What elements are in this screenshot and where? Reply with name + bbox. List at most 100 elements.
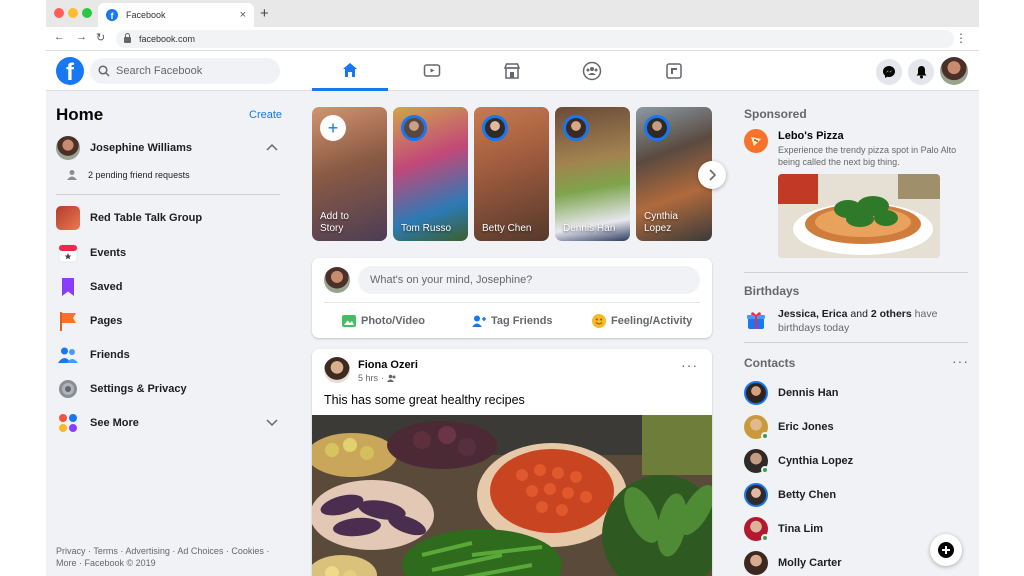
tab-watch[interactable] <box>394 51 470 91</box>
post-options-icon[interactable]: ··· <box>681 357 698 373</box>
forward-arrow-icon[interactable]: → <box>76 31 87 43</box>
sidebar-item-settings[interactable]: Settings & Privacy <box>56 377 187 401</box>
contact-item[interactable]: Tina Lim <box>744 517 824 542</box>
story-name: Cynthia Lopez <box>644 211 678 234</box>
sidebar-item-pages[interactable]: Pages <box>56 309 122 333</box>
contact-item[interactable]: Betty Chen <box>744 483 836 507</box>
reload-icon[interactable]: ↻ <box>96 31 105 44</box>
contact-item[interactable]: Eric Jones <box>744 415 834 440</box>
composer-divider <box>324 302 700 303</box>
feeling-activity-button[interactable]: Feeling/Activity <box>592 314 692 328</box>
browser-window: f Facebook × + ← → ↻ facebook.com ⋮ f Se… <box>46 0 979 576</box>
pizza-slice-icon <box>751 137 761 146</box>
pizza-photo-image <box>778 174 940 258</box>
story-card[interactable]: Dennis Han <box>555 107 630 241</box>
action-label: Feeling/Activity <box>611 315 693 327</box>
facebook-header: f Search Facebook <box>46 51 979 91</box>
photo-video-button[interactable]: Photo/Video <box>342 314 425 328</box>
groups-icon <box>582 61 602 81</box>
story-card[interactable]: Betty Chen <box>474 107 549 241</box>
composer-input[interactable]: What's on your mind, Josephine? <box>358 266 700 294</box>
calendar-icon <box>58 244 78 263</box>
new-tab-icon[interactable]: + <box>260 5 269 22</box>
contact-item[interactable]: Cynthia Lopez <box>744 449 853 474</box>
sidebar-item-red-table-talk[interactable]: Red Table Talk Group <box>56 206 202 230</box>
notifications-button[interactable] <box>908 59 934 85</box>
birthday-others: 2 others <box>870 308 912 320</box>
online-indicator <box>761 466 769 474</box>
ad-image[interactable] <box>778 174 940 258</box>
ad-description: Experience the trendy pizza spot in Palo… <box>778 145 957 167</box>
story-avatar <box>401 115 427 141</box>
profile-row[interactable]: Josephine Williams <box>56 136 192 160</box>
tab-groups[interactable] <box>554 51 630 91</box>
contact-item[interactable]: Molly Carter <box>744 551 842 575</box>
new-message-button[interactable] <box>930 534 962 566</box>
action-label: Photo/Video <box>361 315 425 327</box>
post-meta: 5 hrs · <box>358 373 397 383</box>
post-author-name[interactable]: Fiona Ozeri <box>358 359 418 371</box>
post-composer: What's on your mind, Josephine? Photo/Vi… <box>312 258 712 338</box>
tab-gaming[interactable] <box>636 51 712 91</box>
contact-item[interactable]: Dennis Han <box>744 381 839 405</box>
contact-name: Molly Carter <box>778 557 842 569</box>
sidebar-item-saved[interactable]: Saved <box>56 275 122 299</box>
friends-privacy-icon <box>387 374 396 382</box>
post-time[interactable]: 5 hrs <box>358 373 378 383</box>
url-input[interactable]: facebook.com <box>116 30 954 48</box>
story-card[interactable]: Tom Russo <box>393 107 468 241</box>
birthday-text[interactable]: Jessica, Erica and 2 others have birthda… <box>778 307 968 335</box>
tag-friends-button[interactable]: Tag Friends <box>472 314 553 328</box>
sidebar-item-label: Settings & Privacy <box>90 383 187 395</box>
story-name: Tom Russo <box>401 223 452 234</box>
contact-avatar <box>744 449 769 474</box>
pizza-logo-icon[interactable] <box>744 129 768 153</box>
footer-links[interactable]: Privacy · Terms · Advertising · Ad Choic… <box>56 545 281 569</box>
flag-icon <box>60 312 76 331</box>
back-arrow-icon[interactable]: ← <box>54 31 65 43</box>
right-divider <box>744 272 968 273</box>
minimize-window-button[interactable] <box>68 8 78 18</box>
chevron-up-icon[interactable] <box>266 143 278 151</box>
home-icon <box>343 62 357 77</box>
profile-avatar-button[interactable] <box>940 57 968 85</box>
tag-friends-icon <box>472 315 486 327</box>
sidebar-item-see-more[interactable]: See More <box>56 411 139 435</box>
facebook-logo-icon[interactable]: f <box>56 57 84 85</box>
friend-requests-row[interactable]: 2 pending friend requests <box>66 169 190 181</box>
contact-avatar <box>744 551 768 575</box>
contact-name: Eric Jones <box>778 421 834 433</box>
close-window-button[interactable] <box>54 8 64 18</box>
smiley-icon <box>592 314 606 328</box>
contacts-options-icon[interactable]: ··· <box>952 353 969 369</box>
gaming-icon <box>666 63 682 79</box>
close-tab-icon[interactable]: × <box>240 9 246 21</box>
tab-marketplace[interactable] <box>474 51 550 91</box>
post-author-avatar[interactable] <box>324 357 350 383</box>
chevron-down-icon[interactable] <box>266 419 278 427</box>
marketplace-icon <box>503 63 521 79</box>
online-indicator <box>761 432 769 440</box>
contact-name: Tina Lim <box>778 523 824 535</box>
maximize-window-button[interactable] <box>82 8 92 18</box>
sidebar-item-events[interactable]: Events <box>56 241 126 265</box>
news-feed: + Add to Story Tom Russo Betty Chen Denn… <box>312 91 726 576</box>
birthdays-heading: Birthdays <box>744 284 800 298</box>
advertiser-name[interactable]: Lebo's Pizza <box>778 130 844 142</box>
browser-tab[interactable]: f Facebook × <box>98 3 254 27</box>
sidebar-item-label: Red Table Talk Group <box>90 212 203 224</box>
story-card-add[interactable]: + Add to Story <box>312 107 387 241</box>
tab-home[interactable] <box>312 51 388 91</box>
post-image[interactable] <box>312 415 712 576</box>
create-link[interactable]: Create <box>249 109 282 121</box>
story-name: Add to Story <box>320 211 349 234</box>
action-label: Tag Friends <box>491 315 553 327</box>
add-story-icon: + <box>320 115 346 141</box>
browser-menu-icon[interactable]: ⋮ <box>955 31 967 45</box>
search-input[interactable]: Search Facebook <box>90 58 280 84</box>
stories-next-button[interactable] <box>698 161 726 189</box>
sidebar-item-friends[interactable]: Friends <box>56 343 130 367</box>
story-avatar <box>563 115 589 141</box>
search-placeholder: Search Facebook <box>116 65 203 77</box>
messenger-button[interactable] <box>876 59 902 85</box>
